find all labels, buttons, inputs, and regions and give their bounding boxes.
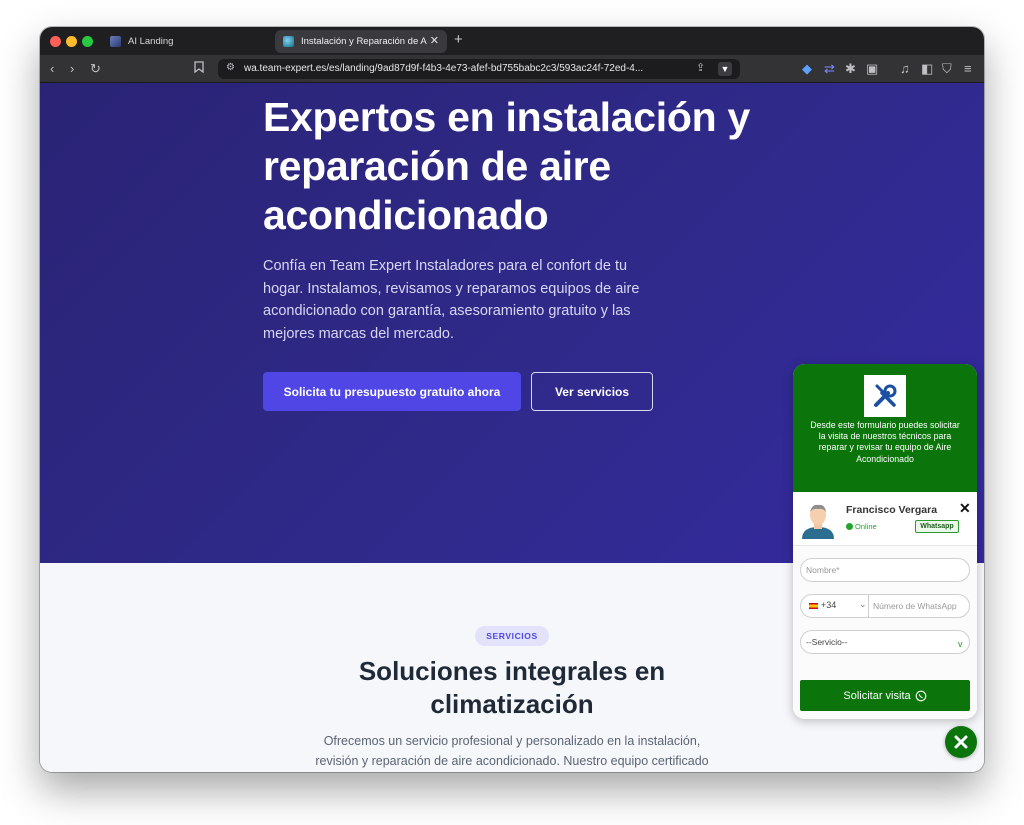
- tab-instalacion[interactable]: Instalación y Reparación de Aire ✕: [275, 30, 447, 53]
- country-code-select[interactable]: +34 ⌄: [801, 595, 869, 617]
- extension-link-icon[interactable]: ⇄: [824, 60, 835, 78]
- services-badge: SERVICIOS: [475, 626, 549, 646]
- minimize-window-button[interactable]: [66, 36, 77, 47]
- extension-tag-icon[interactable]: ◆: [802, 60, 812, 78]
- view-services-button[interactable]: Ver servicios: [531, 372, 653, 411]
- share-icon[interactable]: ⇪: [696, 61, 705, 74]
- phone-placeholder: Número de WhatsApp: [873, 601, 957, 611]
- browser-window: AI Landing Instalación y Reparación de A…: [40, 27, 984, 772]
- tab-title: Instalación y Reparación de Aire: [301, 36, 427, 47]
- chevron-down-icon: ⌄: [859, 599, 867, 609]
- whatsapp-badge: Whatsapp: [915, 520, 959, 533]
- close-widget-icon[interactable]: ✕: [959, 500, 971, 517]
- phone-field[interactable]: +34 ⌄ Número de WhatsApp: [800, 594, 970, 618]
- sidebar-icon[interactable]: ◧: [921, 60, 933, 78]
- new-tab-icon[interactable]: +: [454, 31, 463, 48]
- select-arrow-icon: v: [958, 639, 963, 649]
- tab-ai-landing[interactable]: AI Landing: [102, 30, 267, 53]
- tab-title: AI Landing: [128, 36, 174, 47]
- hero-description: Confía en Team Expert Instaladores para …: [263, 258, 640, 342]
- services-title: Soluciones integrales en climatización: [358, 656, 666, 719]
- widget-intro-text: Desde este formulario puedes solicitar l…: [810, 420, 960, 464]
- screen: AI Landing Instalación y Reparación de A…: [0, 0, 1024, 825]
- forward-icon[interactable]: ›: [70, 60, 74, 78]
- request-quote-button[interactable]: Solicita tu presupuesto gratuito ahora: [263, 372, 521, 411]
- close-window-button[interactable]: [50, 36, 61, 47]
- browser-toolbar: ‹ › ↻ ⚙ wa.team-expert.es/es/landing/9ad…: [40, 55, 984, 83]
- toggle-widget-button[interactable]: [945, 726, 977, 758]
- agent-card: Francisco Vergara ✕ Online Whatsapp: [793, 492, 977, 546]
- vpn-shield-icon[interactable]: ⛉: [942, 60, 952, 78]
- reader-icon[interactable]: ▣: [866, 60, 878, 78]
- request-visit-button[interactable]: Solicitar visita: [800, 680, 970, 711]
- name-input[interactable]: Nombre*: [800, 558, 970, 582]
- reload-icon[interactable]: ↻: [90, 60, 101, 78]
- spain-flag-icon: [809, 603, 818, 609]
- extensions-puzzle-icon[interactable]: ✱: [845, 60, 856, 78]
- visit-request-form: Nombre* +34 ⌄ Número de WhatsApp --Servi…: [793, 546, 977, 719]
- country-code-text: +34: [821, 600, 837, 610]
- maximize-window-button[interactable]: [82, 36, 93, 47]
- agent-avatar: [802, 504, 834, 539]
- name-placeholder: Nombre*: [806, 565, 840, 575]
- service-select[interactable]: --Servicio-- v: [800, 630, 970, 654]
- tools-icon: [874, 384, 897, 407]
- media-icon[interactable]: ♫: [900, 60, 910, 78]
- whatsapp-widget: Desde este formulario puedes solicitar l…: [793, 364, 977, 719]
- brave-shield-icon[interactable]: ▼: [718, 62, 732, 76]
- hero-title: Expertos en instalación y reparación de …: [263, 94, 750, 238]
- site-favicon-icon: [283, 36, 294, 47]
- online-status-text: Online: [855, 522, 877, 531]
- close-tab-icon[interactable]: ✕: [430, 34, 439, 47]
- url-text: wa.team-expert.es/es/landing/9ad87d9f-f4…: [244, 63, 644, 74]
- widget-header: Desde este formulario puedes solicitar l…: [793, 364, 977, 492]
- back-icon[interactable]: ‹: [50, 60, 54, 78]
- ai-landing-favicon-icon: [110, 36, 121, 47]
- tab-bar: AI Landing Instalación y Reparación de A…: [40, 27, 984, 55]
- services-description: Ofrecemos un servicio profesional y pers…: [315, 734, 709, 768]
- tools-logo: [864, 375, 906, 417]
- site-settings-icon[interactable]: ⚙: [226, 62, 235, 73]
- address-bar[interactable]: ⚙ wa.team-expert.es/es/landing/9ad87d9f-…: [218, 59, 740, 79]
- agent-name: Francisco Vergara: [846, 504, 938, 516]
- service-select-value: --Servicio--: [806, 637, 848, 647]
- bookmark-icon[interactable]: [194, 60, 204, 78]
- close-icon: [954, 735, 968, 749]
- request-visit-label: Solicitar visita: [843, 689, 911, 702]
- online-status-dot: [846, 523, 853, 530]
- whatsapp-icon: [915, 690, 926, 701]
- menu-icon[interactable]: ≡: [964, 60, 972, 78]
